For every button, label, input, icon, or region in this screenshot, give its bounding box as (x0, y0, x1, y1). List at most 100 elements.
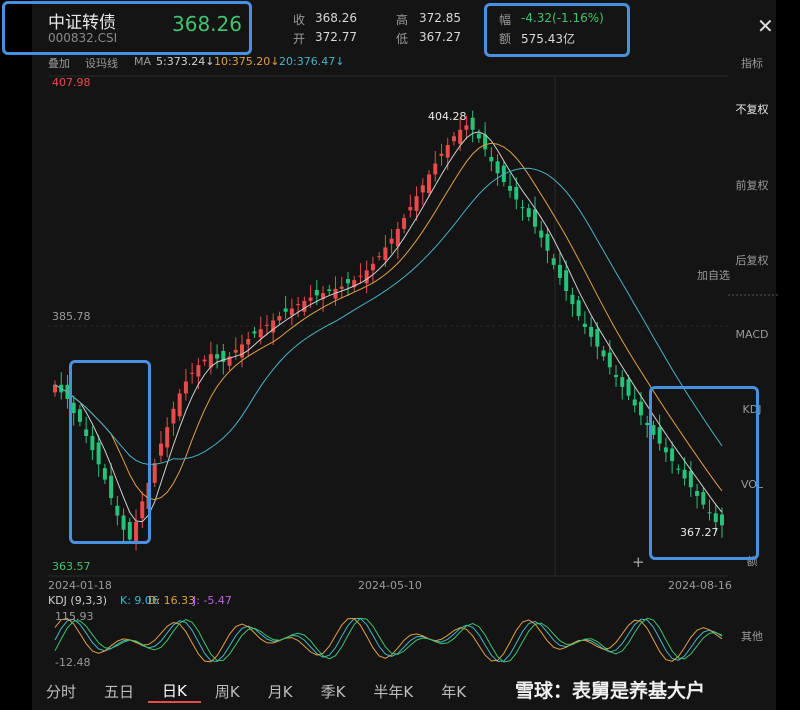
candle-body (451, 136, 456, 142)
candle-body (508, 185, 513, 191)
candle-body (377, 256, 382, 258)
kdj-top-label: 115.93 (55, 610, 94, 623)
price-bottom-label: 363.57 (52, 560, 91, 573)
candle-body (283, 308, 288, 312)
candle-body (215, 354, 220, 359)
candle-body (308, 297, 313, 301)
candle-body (445, 144, 450, 158)
candle-body (240, 344, 245, 358)
candle-body (601, 350, 606, 357)
candle-body (545, 233, 550, 251)
tab-half-year-k[interactable]: 半年K (359, 681, 427, 702)
candle-body (489, 156, 494, 162)
tab-daily-k[interactable]: 日K (148, 680, 201, 703)
price-ref-label: 385.78 (52, 310, 91, 323)
candle-body (532, 209, 537, 227)
candle-body (632, 399, 637, 406)
candle-body (570, 294, 575, 305)
candle-body (414, 196, 419, 211)
candle-body (408, 207, 413, 211)
candle-body (607, 352, 612, 368)
candle-body (589, 326, 594, 337)
kdj-d-value: D: 16.33 (148, 594, 195, 607)
tab-five-day[interactable]: 五日 (90, 681, 148, 702)
kdj-lines-group (54, 617, 723, 663)
candle-body (395, 228, 400, 247)
candle-body (165, 427, 170, 448)
candle-body (420, 185, 425, 193)
highlight-box-aug-low (649, 386, 759, 560)
candle-body (595, 329, 600, 347)
candle-body (458, 129, 463, 144)
watermark: 雪球：表舅是养基大户 (515, 680, 706, 702)
candle-body (389, 238, 394, 244)
candle-body (152, 463, 157, 483)
candlestick-chart[interactable]: 407.98 385.78 363.57 404.28 367.27 + 202… (0, 0, 800, 710)
candle-body (158, 443, 163, 456)
candle-body (464, 125, 469, 130)
candle-body (196, 365, 201, 377)
candle-body (476, 133, 481, 139)
candle-body (582, 323, 587, 327)
candle-body (470, 117, 475, 130)
candle-body (339, 286, 344, 289)
candle-body (252, 331, 257, 334)
candle-body (258, 329, 263, 338)
candle-body (183, 381, 188, 394)
kdj-bottom-label: -12.48 (55, 656, 90, 669)
ma10-line (54, 142, 723, 501)
candle-body (433, 163, 438, 175)
candle-body (327, 289, 332, 292)
candle-body (427, 174, 432, 193)
candle-body (264, 324, 269, 326)
candle-body (345, 279, 350, 284)
candle-body (439, 153, 444, 156)
candle-body (277, 316, 282, 321)
candle-body (526, 208, 531, 217)
candle-body (314, 289, 319, 296)
candle-body (402, 218, 407, 229)
tab-monthly-k[interactable]: 月K (254, 681, 307, 702)
candle-body (302, 300, 307, 312)
price-top-label: 407.98 (52, 76, 91, 89)
candle-body (495, 161, 500, 174)
candle-body (233, 349, 238, 353)
candle-body (638, 401, 643, 416)
tab-intraday[interactable]: 分时 (32, 681, 90, 702)
candle-body (614, 374, 619, 378)
candle-body (296, 304, 301, 306)
kdj-title: KDJ (9,3,3) (48, 594, 107, 607)
peak-label: 404.28 (428, 110, 467, 123)
candle-body (358, 275, 363, 277)
candle-body (576, 300, 581, 317)
candle-body (246, 338, 251, 345)
date-start-label: 2024-01-18 (48, 579, 112, 592)
candle-body (383, 247, 388, 260)
candle-body (557, 264, 562, 278)
date-mid-label: 2024-05-10 (358, 579, 422, 592)
candle-body (539, 230, 544, 238)
candles-group (53, 110, 724, 551)
candle-body (177, 393, 182, 417)
candle-body (364, 270, 369, 284)
tab-weekly-k[interactable]: 周K (201, 681, 254, 702)
highlight-box-jan-low (69, 360, 151, 544)
candle-body (190, 372, 195, 374)
date-end-label: 2024-08-16 (668, 579, 732, 592)
plus-icon[interactable]: + (632, 553, 645, 571)
tab-quarterly-k[interactable]: 季K (307, 681, 360, 702)
kdj-j-value: J: -5.47 (192, 594, 232, 607)
ma20-line (54, 167, 723, 465)
candle-body (564, 270, 569, 292)
candle-body (551, 258, 556, 265)
candle-body (514, 186, 519, 200)
candle-body (626, 379, 631, 396)
tab-yearly-k[interactable]: 年K (427, 681, 480, 702)
candle-body (620, 377, 625, 387)
candle-body (171, 408, 176, 424)
candle-body (202, 359, 207, 362)
candle-body (370, 263, 375, 271)
candle-body (520, 207, 525, 209)
candle-body (483, 134, 488, 150)
candle-body (289, 308, 294, 316)
